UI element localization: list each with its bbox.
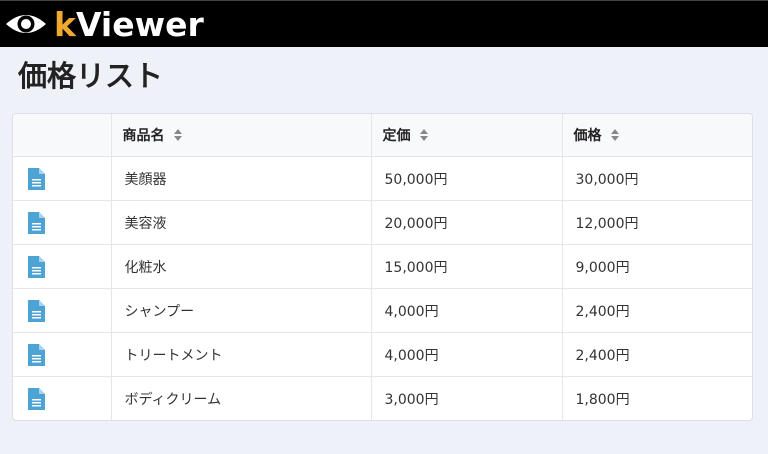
table-row[interactable]: ボディクリーム 3,000円 1,800円 bbox=[13, 376, 752, 420]
document-icon[interactable] bbox=[28, 343, 45, 366]
price-table: 商品名 定価 価格 美顔器 50,000円 30,000円 美容液 20,000… bbox=[12, 113, 753, 421]
product-name: 美顔器 bbox=[124, 171, 167, 188]
list-price: 15,000円 bbox=[384, 259, 448, 276]
page-title: 価格リスト bbox=[18, 59, 164, 93]
header-price-label: 価格 bbox=[573, 128, 602, 144]
list-price: 4,000円 bbox=[384, 303, 439, 320]
product-name: 美容液 bbox=[124, 215, 167, 232]
header-price[interactable]: 価格 bbox=[562, 114, 752, 157]
price: 30,000円 bbox=[575, 171, 639, 188]
sort-icon[interactable] bbox=[173, 129, 182, 141]
table-row[interactable]: 美顔器 50,000円 30,000円 bbox=[13, 156, 752, 201]
price: 2,400円 bbox=[575, 347, 630, 364]
product-name: シャンプー bbox=[124, 303, 195, 320]
logo-k: k bbox=[54, 4, 76, 44]
document-icon[interactable] bbox=[28, 299, 45, 322]
header-list-price[interactable]: 定価 bbox=[371, 114, 563, 157]
list-price: 20,000円 bbox=[384, 215, 448, 232]
logo-text: Viewer bbox=[75, 4, 204, 44]
table-row[interactable]: トリートメント 4,000円 2,400円 bbox=[13, 332, 752, 377]
table-header-row: 商品名 定価 価格 bbox=[13, 114, 752, 157]
product-name: ボディクリーム bbox=[124, 391, 222, 408]
table-row[interactable]: シャンプー 4,000円 2,400円 bbox=[13, 288, 752, 333]
price: 1,800円 bbox=[575, 391, 630, 408]
table-row[interactable]: 美容液 20,000円 12,000円 bbox=[13, 200, 752, 245]
top-bar: kViewer bbox=[0, 0, 768, 47]
table-body: 美顔器 50,000円 30,000円 美容液 20,000円 12,000円 … bbox=[13, 156, 752, 420]
document-icon[interactable] bbox=[28, 387, 45, 410]
document-icon[interactable] bbox=[28, 255, 45, 278]
header-list-price-label: 定価 bbox=[382, 128, 411, 144]
list-price: 50,000円 bbox=[384, 171, 448, 188]
document-icon[interactable] bbox=[28, 167, 45, 190]
table-row[interactable]: 化粧水 15,000円 9,000円 bbox=[13, 244, 752, 289]
app-logo[interactable]: kViewer bbox=[54, 8, 204, 41]
product-name: 化粧水 bbox=[124, 259, 167, 276]
list-price: 3,000円 bbox=[384, 391, 439, 408]
list-price: 4,000円 bbox=[384, 347, 439, 364]
header-icon-column bbox=[13, 114, 112, 157]
document-icon[interactable] bbox=[28, 211, 45, 234]
product-name: トリートメント bbox=[124, 347, 223, 364]
header-name-label: 商品名 bbox=[122, 128, 165, 144]
sort-icon[interactable] bbox=[419, 129, 428, 141]
price: 2,400円 bbox=[575, 303, 630, 320]
price: 12,000円 bbox=[575, 215, 639, 232]
price: 9,000円 bbox=[575, 259, 630, 276]
eye-logo-icon bbox=[6, 15, 46, 33]
sort-icon[interactable] bbox=[610, 129, 619, 141]
header-name[interactable]: 商品名 bbox=[111, 114, 372, 157]
